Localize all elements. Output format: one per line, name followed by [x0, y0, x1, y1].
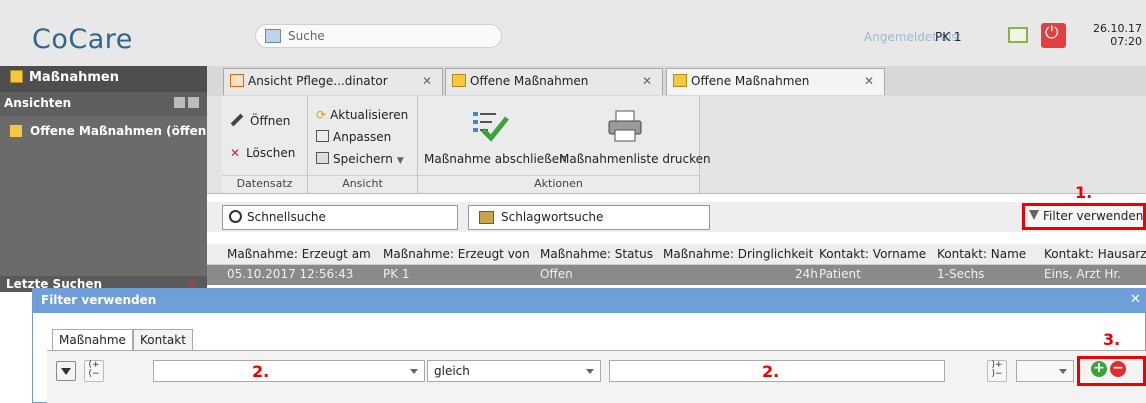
table-cell: Patient [819, 267, 861, 281]
open-button[interactable]: Öffnen [230, 113, 290, 128]
global-search-input[interactable]: Suche [255, 24, 502, 48]
magnifier-icon [229, 210, 242, 223]
pencil-icon [230, 113, 244, 127]
dialog-close-icon[interactable]: ✕ [1130, 292, 1141, 307]
group-label: Datensatz [236, 177, 293, 190]
logic-select[interactable] [1016, 360, 1074, 382]
tab-open-measures-1[interactable]: Offene Maßnahmen ✕ [445, 68, 663, 95]
tab-label: Offene Maßnahmen [691, 74, 810, 88]
ribbon-group-aktionen: Maßnahme abschließen Maßnahmenliste druc… [418, 96, 711, 193]
adjust-button[interactable]: Anpassen [316, 130, 391, 144]
tab-pflege-coordinator[interactable]: Ansicht Pflege...dinator ✕ [223, 68, 443, 95]
tab-label: Ansicht Pflege...dinator [248, 74, 388, 88]
funnel-icon [1029, 210, 1039, 222]
delete-icon: ✕ [230, 146, 241, 160]
annotation-step-2b: 2. [762, 362, 780, 381]
time-text: 07:20 [1110, 35, 1142, 48]
chevron-down-icon [586, 369, 594, 374]
search-placeholder: Suche [288, 29, 325, 43]
save-button[interactable]: Speichern ▼ [316, 152, 404, 166]
dialog-title: Filter verwenden [33, 289, 1146, 313]
table-cell: 24h [795, 267, 818, 281]
notepad-icon [10, 70, 23, 83]
chevron-down-icon [410, 369, 418, 374]
tab-label: Offene Maßnahmen [470, 74, 589, 88]
keyword-icon [479, 211, 494, 224]
notepad-icon [452, 74, 466, 87]
views-title: Ansichten [4, 96, 72, 110]
print-list-button[interactable]: Maßnahmenliste drucken [559, 152, 711, 166]
column-header[interactable]: Kontakt: Name [937, 247, 1026, 261]
group-label: Ansicht [342, 177, 383, 190]
view-item-label: Offene Maßnahmen (öffen [30, 124, 207, 138]
ribbon-group-ansicht: ⟳ Aktualisieren Anpassen Speichern ▼ Ansic… [308, 96, 418, 193]
login-user: PK 1 [935, 30, 962, 44]
column-header[interactable]: Kontakt: Hausarzt [1044, 247, 1146, 261]
refresh-icon: ⟳ [316, 108, 327, 122]
filter-button[interactable]: Filter verwenden [1022, 203, 1146, 230]
annotation-step-2a: 2. [252, 362, 270, 381]
column-header[interactable]: Maßnahme: Erzeugt am [227, 247, 371, 261]
close-tab-icon[interactable]: ✕ [422, 74, 432, 88]
ribbon-group-datensatz: Öffnen ✕ Löschen Datensatz [222, 96, 308, 193]
search-icon [265, 29, 281, 43]
sidebar-header: Maßnahmen [0, 66, 207, 92]
keyword-search-input[interactable]: Schlagwortsuche [468, 205, 710, 230]
chevron-down-icon[interactable]: ▼ [397, 156, 404, 166]
close-tab-icon[interactable]: ✕ [864, 74, 874, 88]
home-icon [230, 74, 244, 87]
logout-button[interactable] [1041, 23, 1066, 48]
group-label: Aktionen [534, 177, 583, 190]
column-header[interactable]: Maßnahme: Dringlichkeit [663, 247, 813, 261]
sidebar-title: Maßnahmen [29, 70, 119, 85]
add-condition-button[interactable]: + [1091, 361, 1107, 377]
annotation-step-3: 3. [1103, 330, 1121, 349]
table-cell: 05.10.2017 12:56:43 [227, 267, 354, 281]
adjust-icon [316, 130, 329, 142]
sidebar-item-open-measures[interactable]: Offene Maßnahmen (öffen [10, 124, 207, 138]
annotation-step-1: 1. [1075, 183, 1093, 202]
refresh-button[interactable]: ⟳ Aktualisieren [316, 108, 408, 122]
row-menu-button[interactable] [56, 361, 76, 381]
column-header[interactable]: Kontakt: Vorname [819, 247, 926, 261]
tab-massnahme[interactable]: Maßnahme [52, 329, 133, 352]
notepad-icon [673, 74, 687, 87]
table-cell: 1-Sechs [937, 267, 985, 281]
app-logo: CoCare [32, 24, 133, 55]
edit-view-icon[interactable] [188, 97, 199, 108]
views-tools [171, 97, 199, 109]
table-cell: PK 1 [383, 267, 410, 281]
save-icon [316, 152, 329, 164]
open-paren-button[interactable]: (+ (− [84, 360, 104, 382]
checklist-icon[interactable] [471, 108, 509, 144]
table-cell: Eins, Arzt Hr. [1044, 267, 1122, 281]
new-view-icon[interactable] [174, 97, 185, 108]
chevron-down-icon [1059, 369, 1067, 374]
printer-icon[interactable] [607, 108, 643, 144]
close-paren-button[interactable]: )+)− [987, 360, 1007, 382]
tab-open-measures-2[interactable]: Offene Maßnahmen ✕ [666, 68, 885, 95]
table-cell: Offen [540, 267, 573, 281]
notepad-icon [10, 125, 22, 137]
column-header[interactable]: Maßnahme: Erzeugt von [383, 247, 530, 261]
column-header[interactable]: Maßnahme: Status [540, 247, 653, 261]
filter-field-select[interactable] [153, 360, 425, 382]
remove-condition-button[interactable]: − [1110, 361, 1126, 377]
user-switch-icon[interactable] [1008, 27, 1028, 43]
quick-search-input[interactable]: Schnellsuche [222, 205, 458, 230]
tab-kontakt[interactable]: Kontakt [133, 329, 193, 351]
views-header: Ansichten [0, 92, 207, 116]
views-list [0, 116, 207, 276]
operator-select[interactable]: gleich [427, 360, 601, 382]
delete-button[interactable]: ✕ Löschen [230, 146, 295, 160]
close-tab-icon[interactable]: ✕ [642, 74, 652, 88]
finish-measure-button[interactable]: Maßnahme abschließen [424, 152, 567, 166]
date-text: 26.10.17 [1093, 22, 1142, 35]
datetime: 26.10.17 07:20 [1090, 22, 1142, 48]
